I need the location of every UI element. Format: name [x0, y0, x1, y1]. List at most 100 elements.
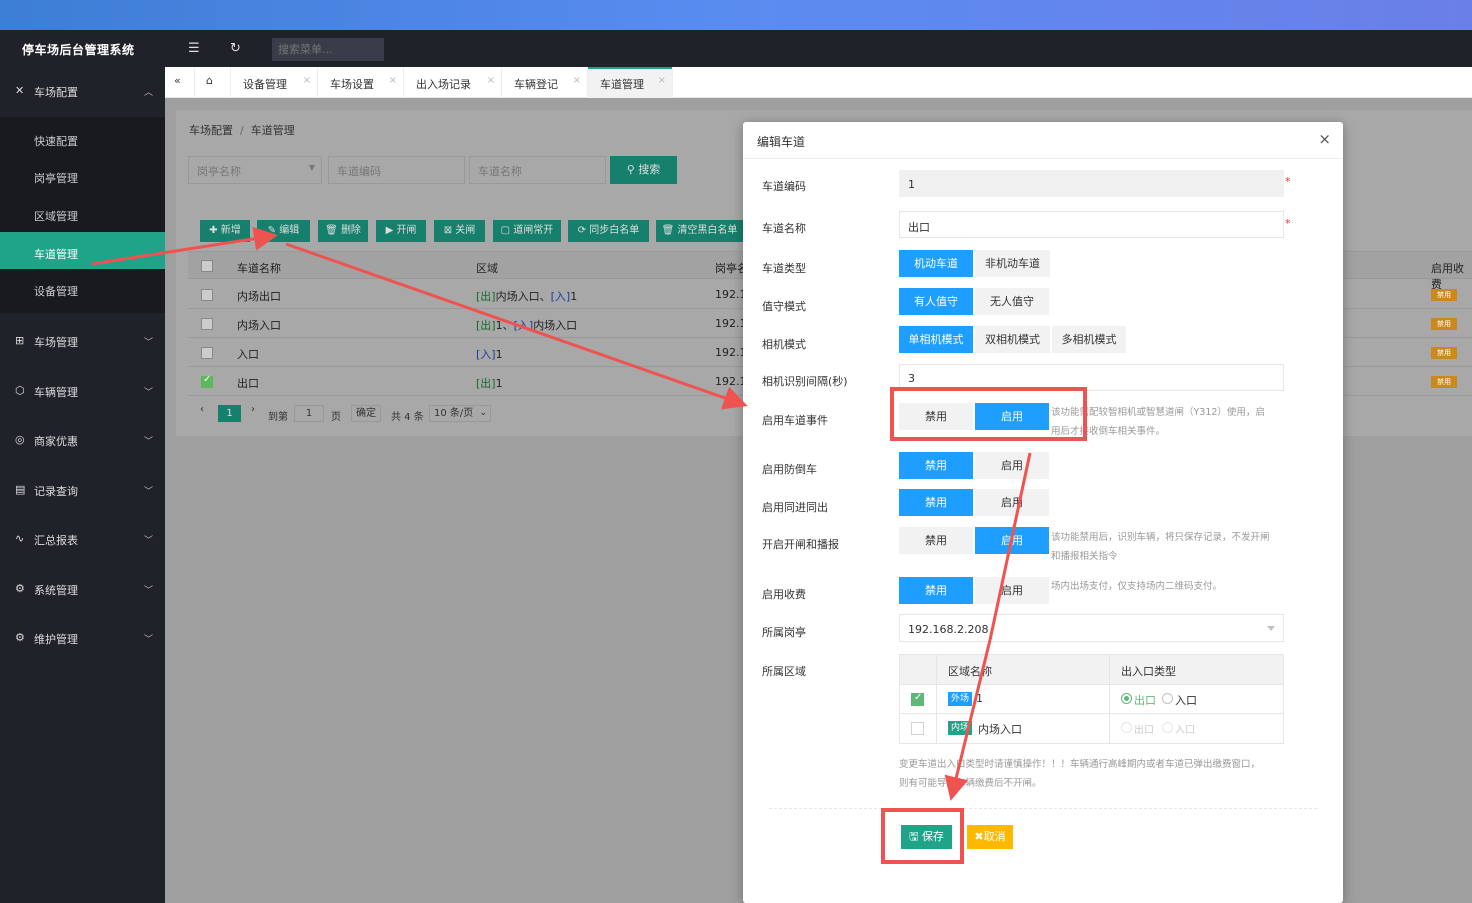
- select-all-checkbox[interactable]: [201, 260, 213, 272]
- open-gate-disable[interactable]: 禁用: [899, 527, 973, 554]
- cancel-button[interactable]: ✖取消: [967, 825, 1013, 849]
- gear-icon: ⚙: [15, 582, 25, 595]
- sidebar-group-vehicle[interactable]: ⬡ 车辆管理 ﹀: [0, 367, 165, 415]
- lane-code-input[interactable]: 车道编码: [328, 156, 465, 184]
- anti-reverse-enable[interactable]: 启用: [975, 452, 1049, 479]
- clear-lists-button[interactable]: 🗑 清空黑白名单: [656, 220, 743, 242]
- sidebar-item-booth[interactable]: 岗亭管理: [0, 156, 165, 193]
- search-button[interactable]: ⚲ 搜索: [610, 156, 677, 184]
- sidebar-item-area[interactable]: 区域管理: [0, 194, 165, 231]
- camera-single[interactable]: 单相机模式: [899, 326, 973, 353]
- lane-type-nonmotor[interactable]: 非机动车道: [975, 250, 1050, 277]
- tab-home[interactable]: ⌂: [195, 67, 231, 98]
- duty-manned[interactable]: 有人值守: [899, 288, 973, 315]
- close-gate-button[interactable]: ⊠ 关闸: [434, 220, 485, 242]
- same-in-out-enable[interactable]: 启用: [975, 489, 1049, 516]
- sidebar-group-lot[interactable]: ⊞ 车场管理 ﹀: [0, 317, 165, 365]
- booth-select[interactable]: 岗亭名称 ▼: [188, 156, 322, 184]
- tab-lot-settings[interactable]: 车场设置 ×: [318, 67, 404, 98]
- sidebar-item-quick-config[interactable]: 快速配置: [0, 119, 165, 156]
- sidebar: ✕ 车场配置 ︿ 快速配置 岗亭管理 区域管理 车道管理 设备管理 ⊞ 车场管理…: [0, 67, 165, 903]
- tools-icon: ✕: [15, 84, 25, 97]
- camera-double[interactable]: 双相机模式: [975, 326, 1050, 353]
- area-row[interactable]: 外场 1 出口 入口: [900, 685, 1283, 714]
- doc-icon: ▤: [15, 483, 26, 496]
- sync-whitelist-button[interactable]: ⟳ 同步白名单: [568, 220, 649, 242]
- charge-enable[interactable]: 启用: [975, 577, 1049, 604]
- area-row-checkbox[interactable]: [911, 692, 924, 706]
- close-icon: ×: [302, 75, 311, 86]
- chevron-down-icon: ⌄: [479, 408, 487, 418]
- double-chevron-left-icon: «: [174, 74, 181, 87]
- menu-toggle-icon[interactable]: ☰: [188, 41, 200, 56]
- lane-name-input[interactable]: 车道名称: [469, 156, 606, 184]
- sidebar-item-lane[interactable]: 车道管理: [0, 232, 165, 269]
- edit-button[interactable]: ✎ 编辑: [257, 220, 310, 242]
- gate-always-open-button[interactable]: ▢ 道闸常开: [493, 220, 561, 242]
- pager-confirm-button[interactable]: 确定: [351, 405, 381, 422]
- row-checkbox[interactable]: [201, 347, 213, 359]
- open-gate-enable[interactable]: 启用: [975, 527, 1049, 554]
- chevron-up-icon: ︿: [143, 88, 153, 98]
- app-title: 停车场后台管理系统: [22, 43, 135, 57]
- sidebar-submenu: 快速配置 岗亭管理 区域管理 车道管理 设备管理: [0, 117, 165, 313]
- row-checkbox[interactable]: [201, 318, 213, 330]
- lane-code-field[interactable]: 1: [899, 170, 1284, 197]
- sidebar-group-records[interactable]: ▤ 记录查询 ﹀: [0, 466, 165, 514]
- chevron-down-icon: ▼: [308, 163, 315, 172]
- close-icon: ×: [486, 75, 495, 86]
- chevron-down-icon: ﹀: [143, 635, 153, 645]
- dialog-title: 编辑车道: [757, 135, 806, 149]
- caret-down-icon: [1267, 626, 1275, 631]
- area-row[interactable]: 内场 内场入口 出口 入口: [900, 714, 1283, 743]
- pager-goto-label: 到第: [268, 412, 288, 423]
- charge-disable[interactable]: 禁用: [899, 577, 973, 604]
- radio-in[interactable]: [1162, 722, 1173, 733]
- lane-type-motor[interactable]: 机动车道: [899, 250, 973, 277]
- lane-name-field[interactable]: 出口: [899, 211, 1284, 238]
- tab-records[interactable]: 出入场记录 ×: [404, 67, 502, 98]
- sidebar-group-system[interactable]: ⚙ 系统管理 ﹀: [0, 565, 165, 613]
- open-gate-button[interactable]: ▶ 开闸: [376, 220, 426, 242]
- anti-reverse-disable[interactable]: 禁用: [899, 452, 973, 479]
- pager-current[interactable]: 1: [218, 405, 241, 422]
- menu-search-input[interactable]: [272, 38, 384, 61]
- divider: [743, 158, 1343, 159]
- pager-next[interactable]: ›: [251, 404, 255, 415]
- tab-lane[interactable]: 车道管理 ×: [588, 67, 673, 98]
- tab-device[interactable]: 设备管理 ×: [231, 67, 318, 98]
- radio-out[interactable]: [1121, 693, 1132, 704]
- area-table: 区域名称 出入口类型 外场 1 出口 入口 内场 内场入口 出口 入口: [899, 654, 1284, 744]
- search-icon: ⚲: [626, 163, 635, 176]
- pager-goto-input[interactable]: 1: [294, 405, 324, 422]
- radio-in[interactable]: [1162, 693, 1173, 704]
- area-row-checkbox[interactable]: [911, 722, 924, 735]
- booth-select-field[interactable]: 192.168.2.208: [899, 614, 1284, 642]
- pager-prev[interactable]: ‹: [200, 404, 204, 415]
- refresh-icon[interactable]: ↻: [230, 41, 241, 56]
- camera-multi[interactable]: 多相机模式: [1052, 326, 1126, 353]
- row-checkbox[interactable]: [201, 374, 213, 388]
- pulse-icon: ∿: [15, 532, 25, 545]
- row-checkbox[interactable]: [201, 289, 213, 301]
- ticket-icon: ◎: [15, 433, 25, 446]
- sidebar-group-merchant[interactable]: ◎ 商家优惠 ﹀: [0, 416, 165, 464]
- page-size-select[interactable]: 10 条/页 ⌄: [429, 405, 491, 422]
- required-mark: *: [1285, 217, 1291, 230]
- same-in-out-disable[interactable]: 禁用: [899, 489, 973, 516]
- annotation-highlight-box: [890, 387, 1087, 441]
- duty-unmanned[interactable]: 无人值守: [975, 288, 1049, 315]
- close-icon[interactable]: ×: [1318, 130, 1331, 148]
- sidebar-group-maintenance[interactable]: ⚙ 维护管理 ﹀: [0, 614, 165, 662]
- radio-out[interactable]: [1121, 722, 1132, 733]
- tab-vehicle-reg[interactable]: 车辆登记 ×: [502, 67, 588, 98]
- sidebar-group-lot-config[interactable]: ✕ 车场配置 ︿: [0, 67, 165, 115]
- add-button[interactable]: ✚ 新增: [200, 220, 250, 242]
- close-icon: ×: [572, 75, 581, 86]
- sidebar-item-device[interactable]: 设备管理: [0, 269, 165, 306]
- delete-button[interactable]: 🗑 删除: [318, 220, 368, 242]
- area-table-header: 区域名称 出入口类型: [900, 655, 1283, 685]
- tab-scroll-left[interactable]: «: [165, 67, 195, 98]
- sidebar-group-reports[interactable]: ∿ 汇总报表 ﹀: [0, 515, 165, 563]
- browser-top-gradient: [0, 0, 1472, 30]
